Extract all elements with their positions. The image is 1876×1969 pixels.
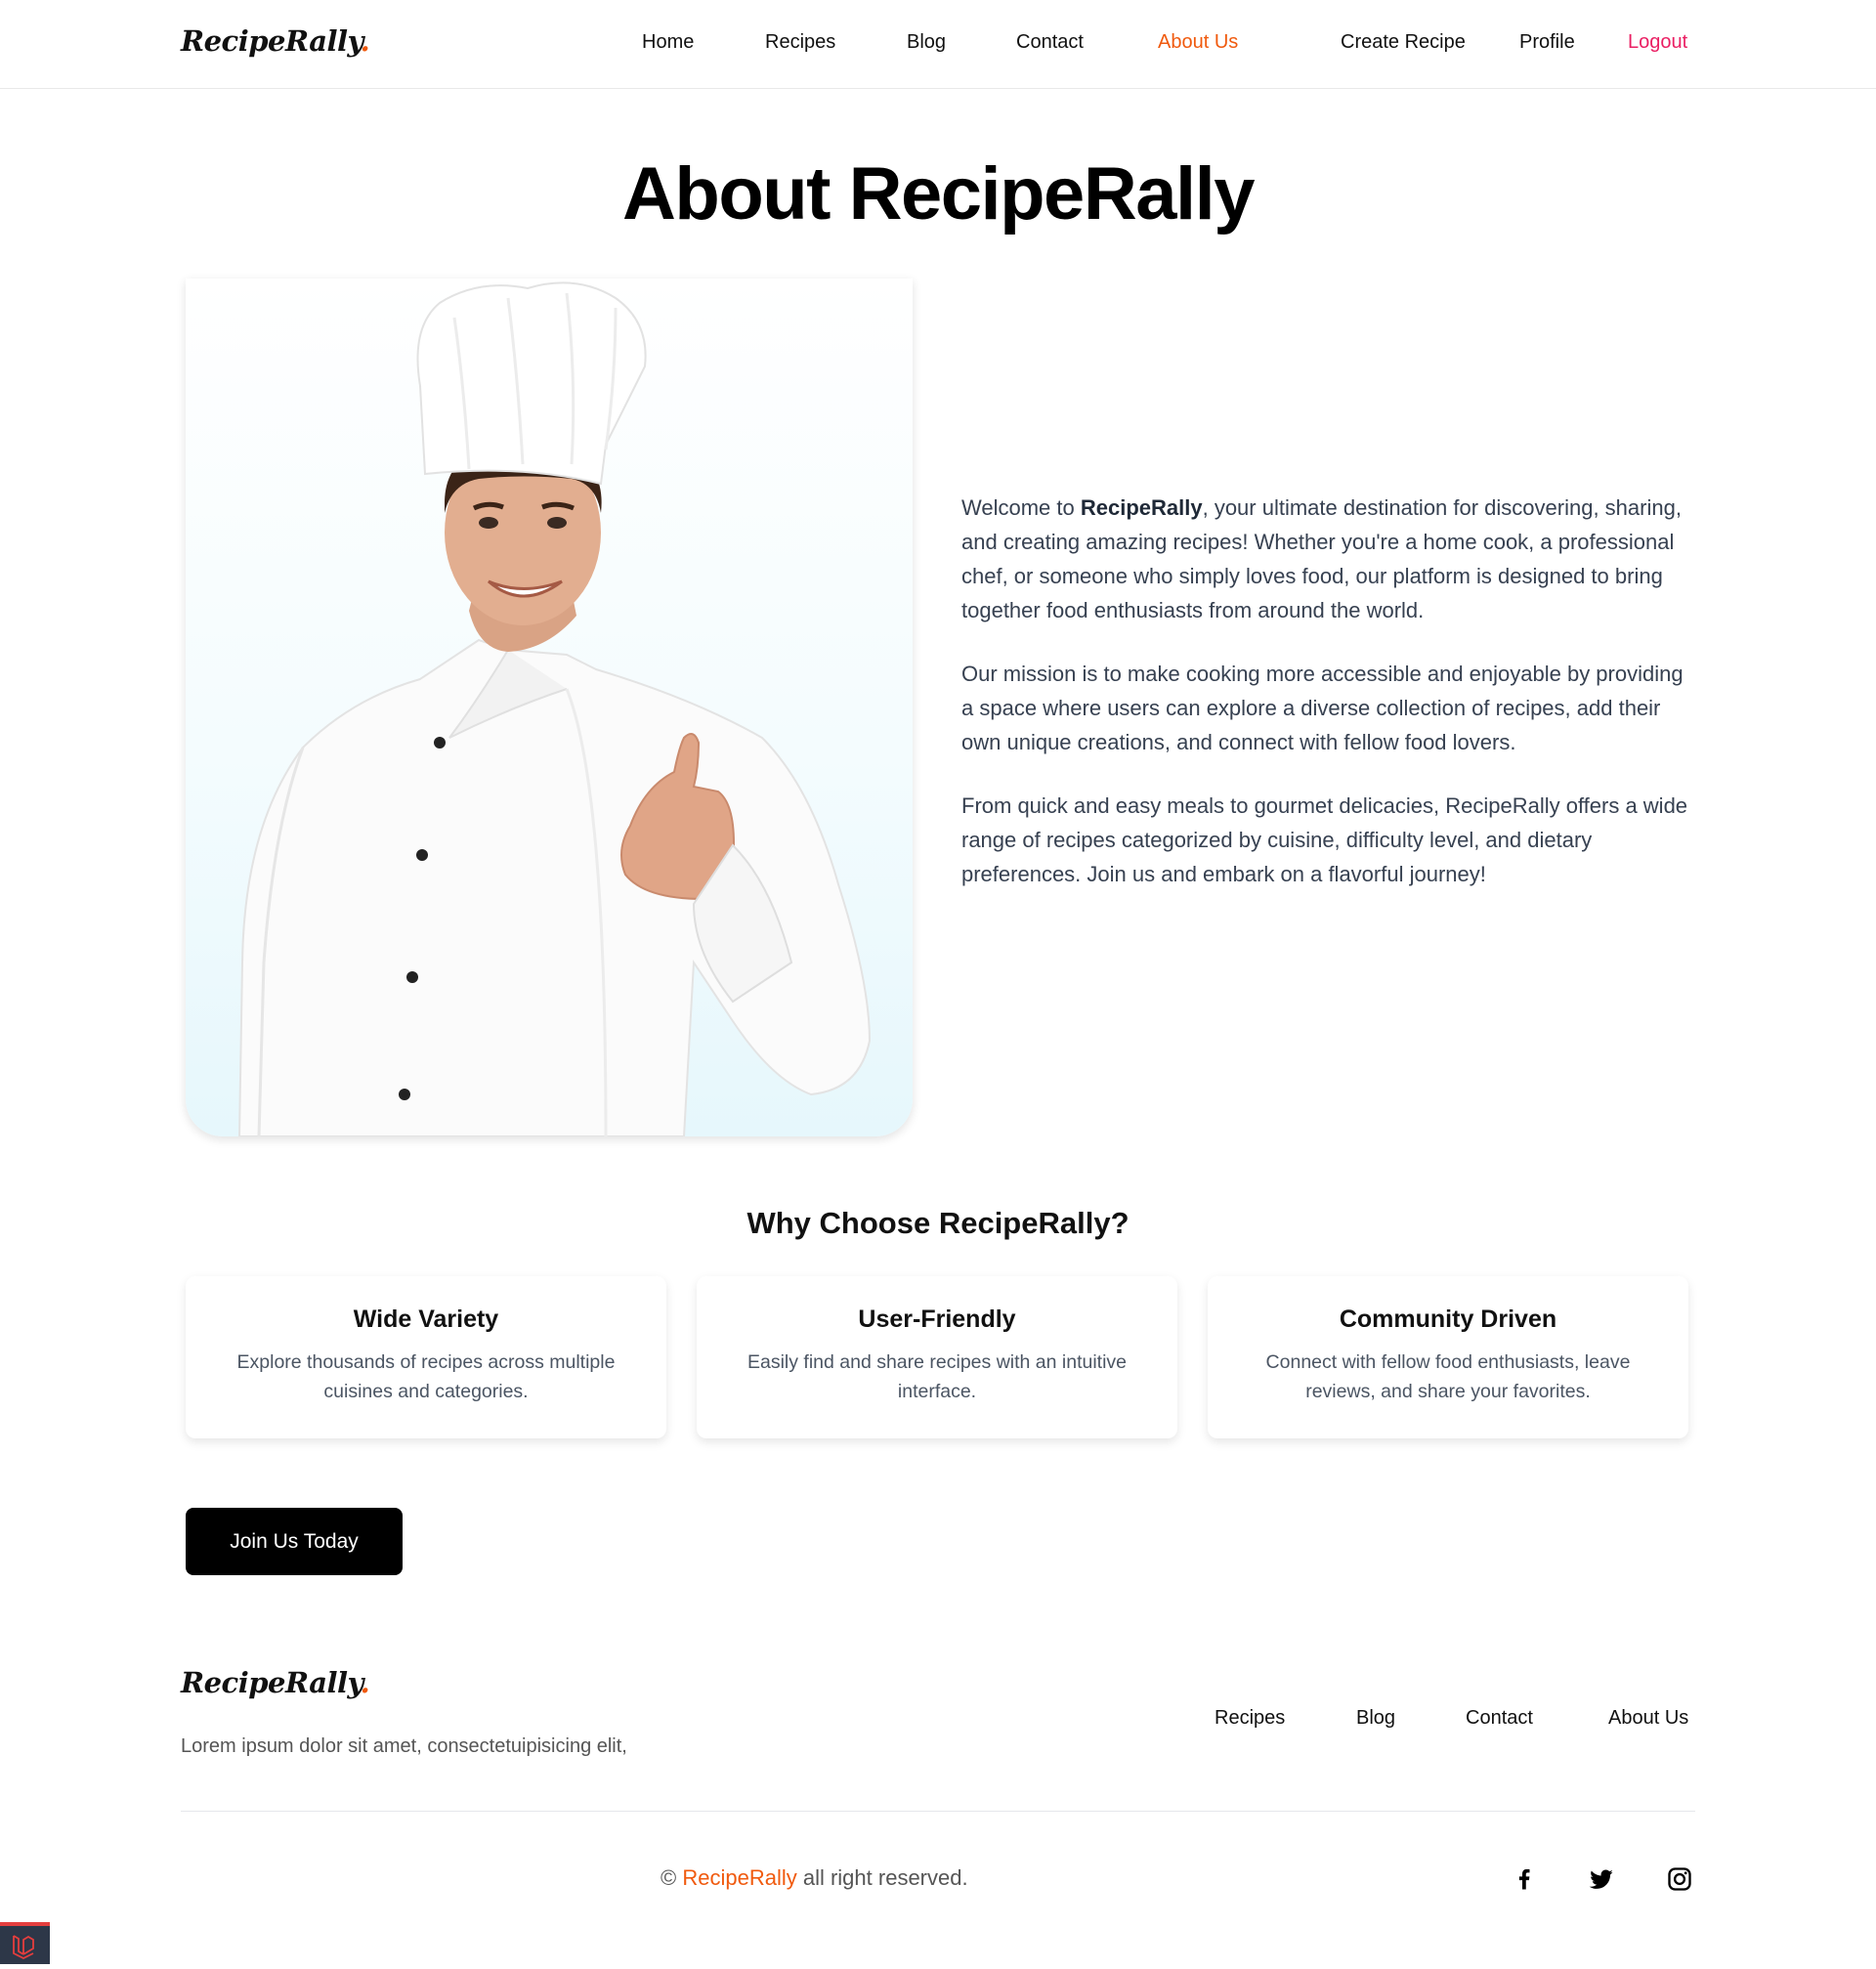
feature-card-community-driven: Community Driven Connect with fellow foo…	[1208, 1276, 1688, 1438]
feature-title: User-Friendly	[858, 1306, 1016, 1333]
footer-link-blog[interactable]: Blog	[1356, 1707, 1395, 1730]
debug-toolbar-badge[interactable]	[0, 1922, 50, 1964]
nav-create-recipe[interactable]: Create Recipe	[1341, 31, 1466, 54]
join-us-button[interactable]: Join Us Today	[186, 1508, 403, 1575]
site-logo[interactable]: RecipeRally.	[181, 24, 370, 58]
nav-blog[interactable]: Blog	[907, 31, 946, 54]
about-paragraph-1: Welcome to RecipeRally, your ultimate de…	[961, 495, 1682, 622]
twitter-icon[interactable]	[1588, 1865, 1615, 1893]
nav-logout[interactable]: Logout	[1628, 31, 1687, 54]
feature-card-wide-variety: Wide Variety Explore thousands of recipe…	[186, 1276, 666, 1438]
footer-logo[interactable]: RecipeRally.	[181, 1666, 370, 1699]
about-paragraph-3: From quick and easy meals to gourmet del…	[961, 793, 1688, 886]
about-paragraph-2: Our mission is to make cooking more acce…	[961, 662, 1684, 754]
laravel-icon	[13, 1935, 34, 1960]
footer-link-contact[interactable]: Contact	[1466, 1707, 1533, 1730]
about-description: Welcome to RecipeRally, your ultimate de…	[961, 491, 1694, 920]
feature-title: Wide Variety	[353, 1306, 499, 1333]
chef-image	[186, 278, 913, 1136]
copyright-text: © RecipeRally all right reserved.	[661, 1865, 968, 1890]
site-header: RecipeRally. Home Recipes Blog Contact A…	[0, 0, 1876, 89]
feature-description: Easily find and share recipes with an in…	[746, 1351, 1128, 1402]
nav-profile[interactable]: Profile	[1519, 31, 1575, 54]
page-title: About RecipeRally	[622, 152, 1255, 235]
feature-card-user-friendly: User-Friendly Easily find and share reci…	[697, 1276, 1177, 1438]
footer-divider	[181, 1811, 1695, 1812]
footer-link-recipes[interactable]: Recipes	[1215, 1707, 1285, 1730]
feature-title: Community Driven	[1339, 1306, 1557, 1333]
nav-home[interactable]: Home	[642, 31, 694, 54]
copyright-brand-link[interactable]: RecipeRally	[682, 1865, 796, 1890]
instagram-icon[interactable]	[1666, 1865, 1693, 1893]
nav-contact[interactable]: Contact	[1016, 31, 1084, 54]
nav-about-us[interactable]: About Us	[1158, 31, 1238, 54]
why-choose-heading: Why Choose RecipeRally?	[746, 1206, 1130, 1240]
feature-description: Explore thousands of recipes across mult…	[236, 1351, 616, 1402]
nav-recipes[interactable]: Recipes	[765, 31, 835, 54]
footer-link-about-us[interactable]: About Us	[1608, 1707, 1688, 1730]
footer-description: Lorem ipsum dolor sit amet, consectetuip…	[181, 1735, 627, 1757]
facebook-icon[interactable]	[1511, 1865, 1538, 1893]
feature-description: Connect with fellow food enthusiasts, le…	[1265, 1351, 1631, 1402]
